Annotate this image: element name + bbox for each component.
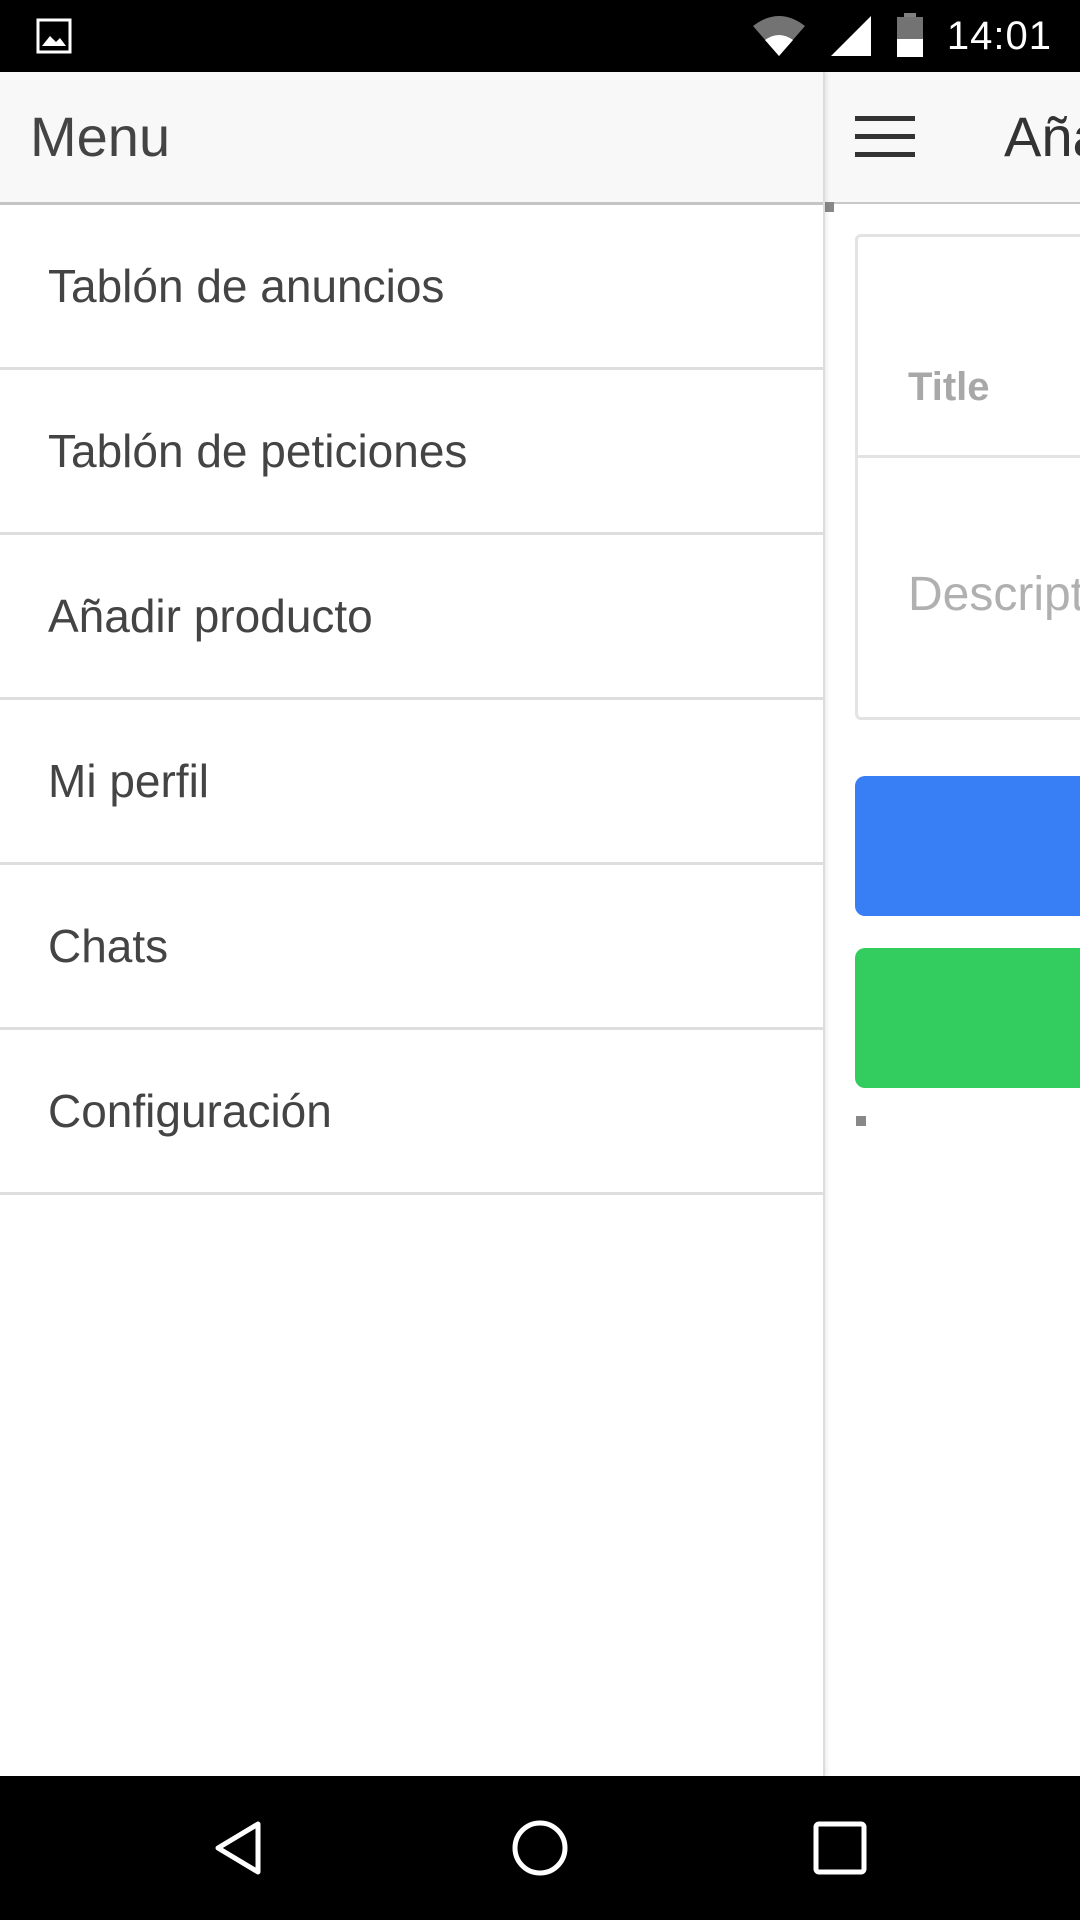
home-icon[interactable]: [508, 1816, 572, 1880]
menu-item-tablon-anuncios[interactable]: Tablón de anuncios: [0, 205, 823, 370]
signal-icon: [830, 16, 871, 56]
menu-item-anadir-producto[interactable]: Añadir producto: [0, 535, 823, 700]
menu-item-mi-perfil[interactable]: Mi perfil: [0, 700, 823, 865]
status-time: 14:01: [946, 13, 1052, 58]
title-field-label[interactable]: Title: [908, 365, 990, 410]
recents-icon[interactable]: [808, 1816, 872, 1880]
confirm-button[interactable]: [855, 948, 1080, 1088]
screen: 14:01 Aña Title Descript Menu Tablón de …: [0, 0, 1080, 1920]
menu-item-chats[interactable]: Chats: [0, 865, 823, 1030]
page-title: Aña: [1004, 105, 1080, 168]
battery-icon: [896, 13, 923, 57]
submit-button[interactable]: [855, 776, 1080, 916]
loading-dot: [856, 1116, 866, 1126]
menu-item-configuracion[interactable]: Configuración: [0, 1030, 823, 1195]
menu-item-tablon-peticiones[interactable]: Tablón de peticiones: [0, 370, 823, 535]
status-right: 14:01: [751, 0, 1052, 72]
drawer-title: Menu: [30, 105, 171, 168]
navigation-bar: [0, 1776, 1080, 1920]
form-divider: [858, 455, 1080, 458]
scroll-indicator: [824, 202, 834, 212]
description-input[interactable]: Descript: [908, 567, 1080, 622]
drawer-menu: Tablón de anuncios Tablón de peticiones …: [0, 205, 823, 1195]
wifi-icon: [752, 16, 805, 56]
back-icon[interactable]: [208, 1816, 272, 1880]
side-drawer: Menu Tablón de anuncios Tablón de petici…: [0, 72, 825, 1776]
status-bar: 14:01: [0, 0, 1080, 72]
image-icon: [36, 18, 72, 54]
drawer-header: Menu: [0, 72, 823, 205]
product-form: Title Descript: [855, 234, 1080, 720]
hamburger-menu-icon[interactable]: [855, 116, 915, 158]
